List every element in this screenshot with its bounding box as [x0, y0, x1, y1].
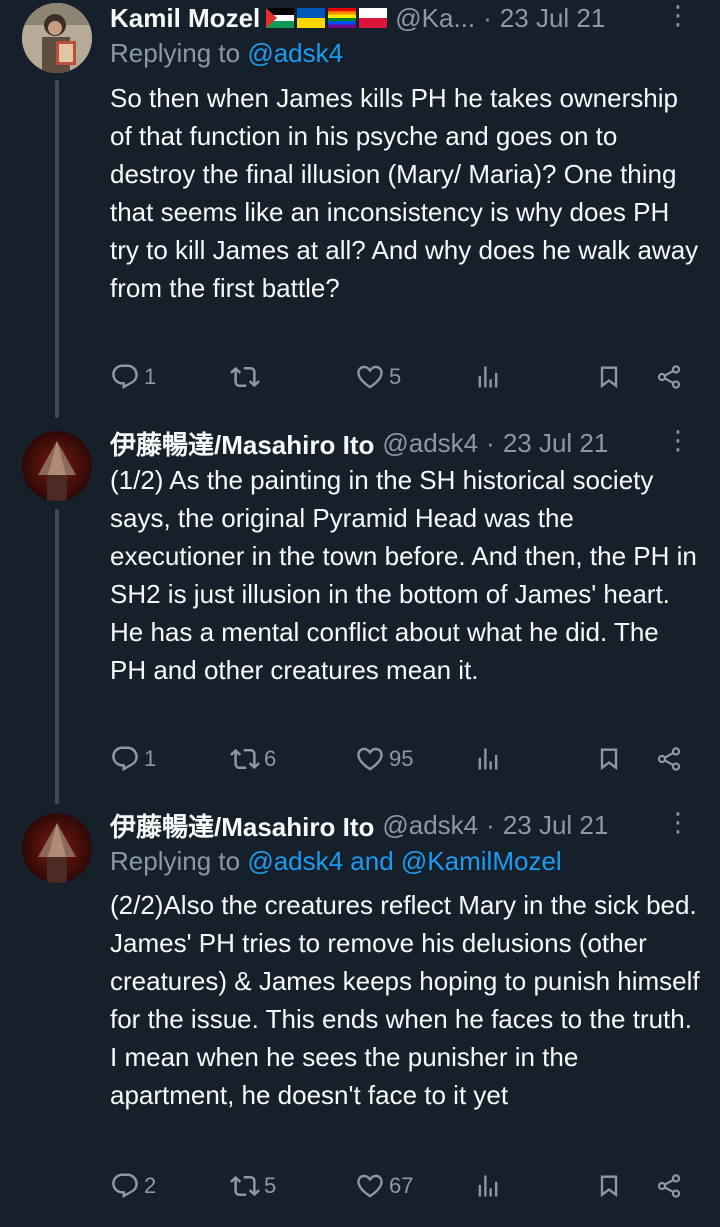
author-handle[interactable]: @Ka... — [395, 3, 475, 34]
reply-icon — [110, 1171, 140, 1201]
palestine-flag-icon — [266, 8, 295, 28]
reply-icon — [110, 744, 140, 774]
author-name[interactable]: 伊藤暢達/Masahiro Ito — [110, 425, 374, 462]
replying-to: Replying to @adsk4 and @KamilMozel — [110, 846, 562, 877]
views-icon — [474, 745, 502, 773]
reply-button[interactable]: 1 — [110, 739, 156, 779]
share-button[interactable] — [655, 357, 683, 397]
replying-to-link[interactable]: @adsk4 and @KamilMozel — [247, 846, 561, 876]
name-emoji-flags — [266, 8, 388, 28]
author-name[interactable]: 伊藤暢達/Masahiro Ito — [110, 807, 374, 844]
more-options-icon[interactable]: ⋮ — [662, 425, 692, 456]
ukraine-flag-icon — [297, 8, 326, 28]
separator-dot: · — [486, 427, 495, 458]
reply-count: 1 — [144, 364, 157, 389]
action-bar: 2 5 67 — [110, 1166, 695, 1206]
tweet-header: 伊藤暢達/Masahiro Ito @adsk4 · 23 Jul 21 ⋮ — [110, 425, 700, 461]
tweet[interactable]: Kamil Mozel @Ka... · 23 Jul 21 ⋮ Replyin… — [0, 0, 720, 418]
retweet-button[interactable]: 6 — [230, 739, 276, 779]
like-count: 67 — [389, 1173, 414, 1198]
avatar[interactable] — [22, 431, 92, 501]
rainbow-flag-icon — [328, 8, 357, 28]
tweet[interactable]: 伊藤暢達/Masahiro Ito @adsk4 · 23 Jul 21 ⋮ (… — [0, 418, 720, 804]
tweet-date[interactable]: 23 Jul 21 — [500, 3, 606, 34]
replying-to-prefix: Replying to — [110, 38, 241, 68]
share-button[interactable] — [655, 1166, 683, 1206]
views-button[interactable] — [474, 1166, 502, 1206]
tweet-date[interactable]: 23 Jul 21 — [503, 810, 609, 841]
tweet-text: (1/2) As the painting in the SH historic… — [110, 465, 697, 685]
replying-to-prefix: Replying to — [110, 846, 241, 876]
retweet-count: 6 — [264, 746, 277, 771]
retweet-button[interactable] — [230, 357, 264, 397]
like-button[interactable]: 95 — [355, 739, 413, 779]
views-icon — [474, 363, 502, 391]
replying-to-link[interactable]: @adsk4 — [247, 38, 343, 68]
share-button[interactable] — [655, 739, 683, 779]
bookmark-button[interactable] — [595, 357, 623, 397]
reply-count: 1 — [144, 746, 157, 771]
action-bar: 1 6 95 — [110, 739, 695, 779]
tweet-text: (2/2)Also the creatures reflect Mary in … — [110, 890, 700, 1110]
share-icon — [655, 745, 683, 773]
more-options-icon[interactable]: ⋮ — [662, 0, 692, 31]
like-count: 5 — [389, 364, 402, 389]
avatar-image — [22, 813, 92, 883]
reply-button[interactable]: 2 — [110, 1166, 156, 1206]
views-icon — [474, 1172, 502, 1200]
author-name[interactable]: Kamil Mozel — [110, 3, 260, 34]
tweet-header: 伊藤暢達/Masahiro Ito @adsk4 · 23 Jul 21 ⋮ — [110, 807, 700, 843]
retweet-count: 5 — [264, 1173, 277, 1198]
views-button[interactable] — [474, 739, 502, 779]
views-button[interactable] — [474, 357, 502, 397]
retweet-icon — [230, 744, 260, 774]
action-bar: 1 5 — [110, 357, 695, 397]
thread-line — [55, 80, 59, 418]
tweet-header: Kamil Mozel @Ka... · 23 Jul 21 ⋮ — [110, 0, 700, 36]
replying-to: Replying to @adsk4 — [110, 38, 343, 69]
bookmark-icon — [595, 745, 623, 773]
bookmark-button[interactable] — [595, 739, 623, 779]
avatar-image — [22, 3, 92, 73]
heart-icon — [355, 362, 385, 392]
reply-icon — [110, 362, 140, 392]
heart-icon — [355, 1171, 385, 1201]
more-options-icon[interactable]: ⋮ — [662, 807, 692, 838]
like-count: 95 — [389, 746, 414, 771]
author-handle[interactable]: @adsk4 — [382, 810, 478, 841]
retweet-icon — [230, 362, 260, 392]
avatar[interactable] — [22, 813, 92, 883]
bookmark-button[interactable] — [595, 1166, 623, 1206]
bookmark-icon — [595, 1172, 623, 1200]
tweet[interactable]: 伊藤暢達/Masahiro Ito @adsk4 · 23 Jul 21 ⋮ R… — [0, 804, 720, 1227]
tweet-date[interactable]: 23 Jul 21 — [503, 428, 609, 459]
thread-line — [55, 509, 59, 804]
retweet-icon — [230, 1171, 260, 1201]
separator-dot: · — [483, 2, 492, 33]
like-button[interactable]: 5 — [355, 357, 401, 397]
bookmark-icon — [595, 363, 623, 391]
tweet-text: So then when James kills PH he takes own… — [110, 83, 699, 303]
avatar-image — [22, 431, 92, 501]
author-handle[interactable]: @adsk4 — [382, 428, 478, 459]
share-icon — [655, 1172, 683, 1200]
share-icon — [655, 363, 683, 391]
heart-icon — [355, 744, 385, 774]
reply-count: 2 — [144, 1173, 157, 1198]
like-button[interactable]: 67 — [355, 1166, 413, 1206]
avatar[interactable] — [22, 3, 92, 73]
separator-dot: · — [486, 809, 495, 840]
reply-button[interactable]: 1 — [110, 357, 156, 397]
retweet-button[interactable]: 5 — [230, 1166, 276, 1206]
poland-flag-icon — [359, 8, 388, 28]
